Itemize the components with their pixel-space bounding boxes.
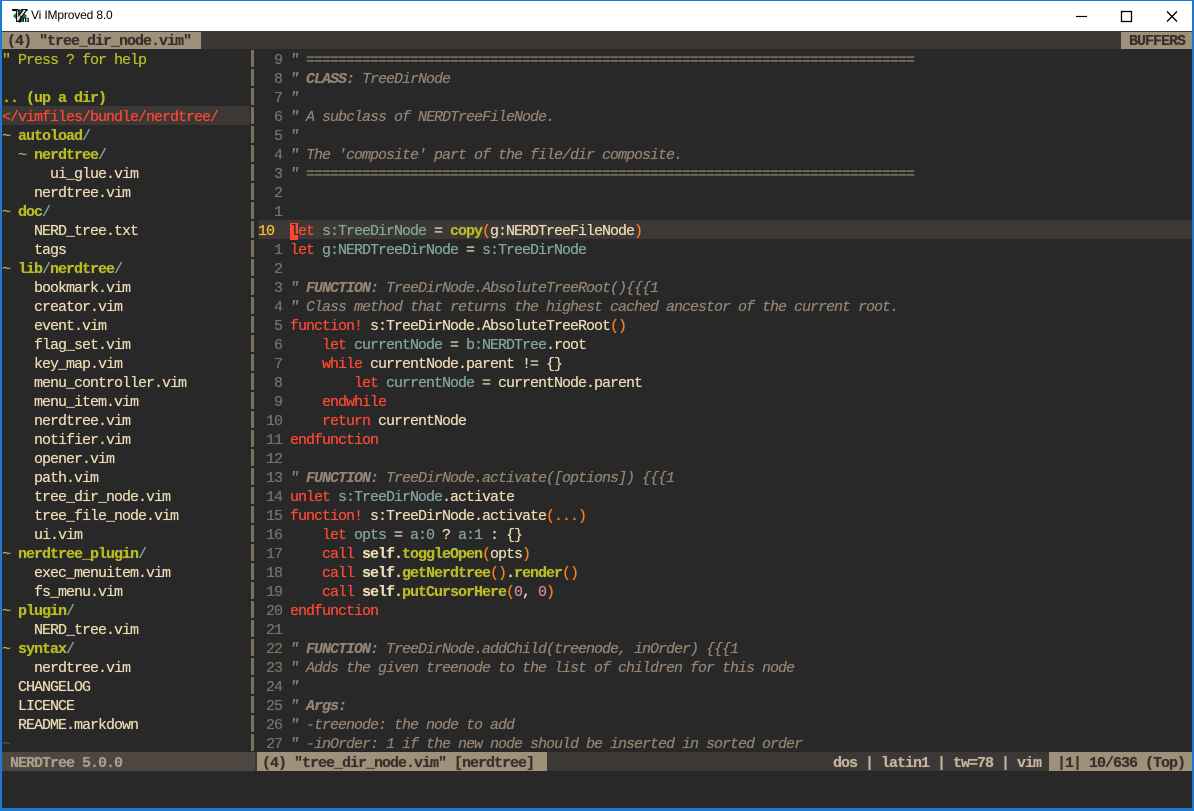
svg-text:im: im — [19, 14, 29, 24]
